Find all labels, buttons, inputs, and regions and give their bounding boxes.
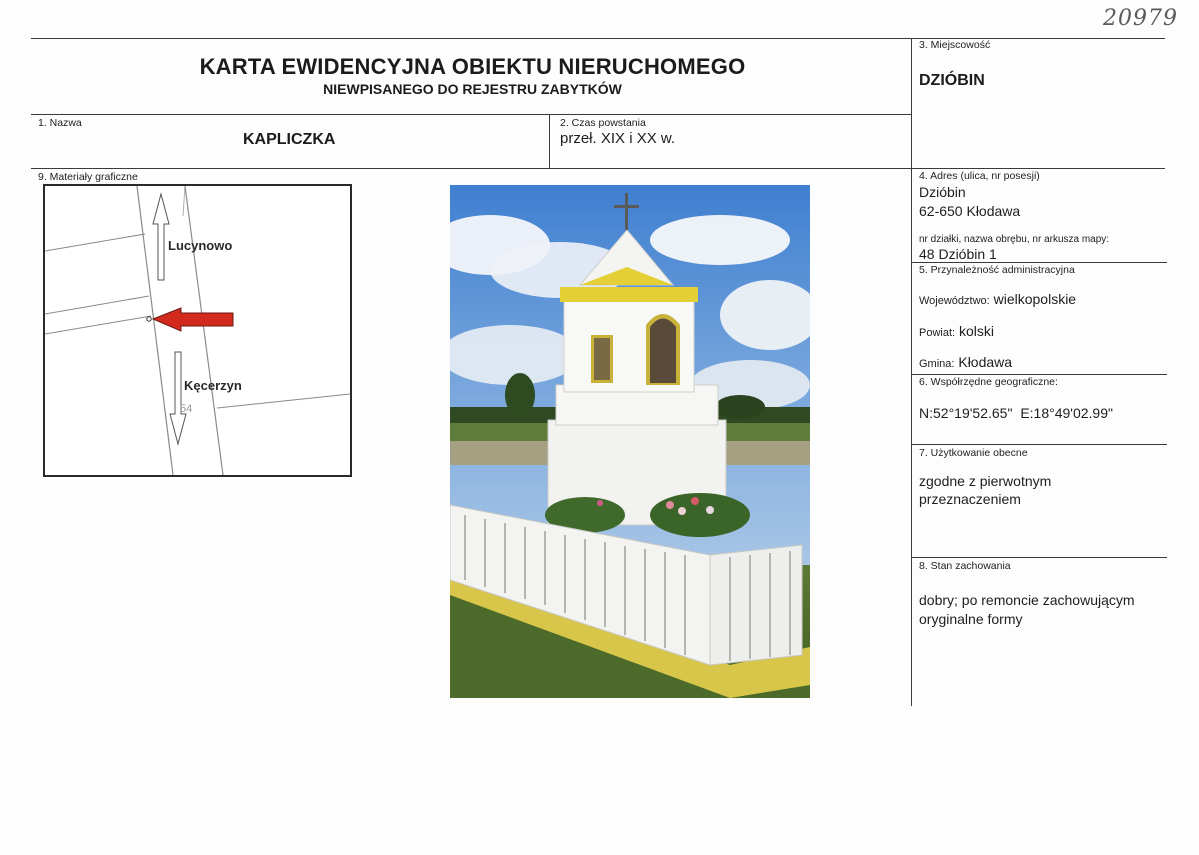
coordinate-e: E:18°49'02.99" (1020, 405, 1113, 421)
uzytkowanie-line1: zgodne z pierwotnym (919, 473, 1052, 489)
adres-line2: 62-650 Kłodawa (919, 203, 1021, 219)
right-sep-7 (911, 444, 1167, 445)
nazwa-label: 1. Nazwa (38, 117, 82, 129)
right-column-divider (911, 38, 912, 706)
coordinate-n: N:52°19'52.65" (919, 405, 1013, 421)
name-time-divider (549, 114, 550, 168)
location-map: Lucynowo Kęcerzyn 54 (43, 184, 352, 477)
powiat-value: kolski (958, 323, 994, 339)
north-arrow-icon (152, 192, 170, 281)
powiat-label: Powiat: (919, 327, 956, 339)
title-divider (31, 114, 911, 115)
row1-divider (31, 168, 1165, 169)
dzialka-label: nr działki, nazwa obrębu, nr arkusza map… (919, 234, 1110, 245)
handwritten-number: 20979 (1103, 6, 1178, 31)
uzytkowanie-line2: przeznaczeniem (919, 491, 1021, 507)
adres-line1: Dzióbin (919, 184, 966, 200)
czas-label: 2. Czas powstania (560, 117, 646, 129)
stan-line1: dobry; po remoncie zachowującym (919, 592, 1135, 608)
stan-label: 8. Stan zachowania (919, 560, 1011, 572)
location-arrow-icon (151, 307, 234, 332)
powiat-row: Powiat: kolski (919, 323, 994, 339)
wspolrzedne-label: 6. Współrzędne geograficzne: (919, 376, 1058, 388)
czas-value: przeł. XIX i XX w. (560, 130, 676, 147)
coordinates: N:52°19'52.65" E:18°49'02.99" (919, 405, 1113, 421)
wojewodztwo-value: wielkopolskie (993, 291, 1077, 307)
south-arrow-icon (169, 351, 187, 446)
miejscowosc-value: DZIÓBIN (919, 72, 985, 89)
gmina-row: Gmina: Kłodawa (919, 354, 1012, 370)
adres-label: 4. Adres (ulica, nr posesji) (919, 170, 1040, 182)
wojewodztwo-label: Województwo: (919, 295, 990, 307)
right-sep-5 (911, 262, 1167, 263)
gmina-value: Kłodawa (958, 354, 1013, 370)
miejscowosc-label: 3. Miejscowość (919, 39, 991, 51)
card-subtitle: NIEWPISANEGO DO REJESTRU ZABYTKÓW (323, 81, 622, 97)
gmina-label: Gmina: (919, 358, 955, 370)
nazwa-value: KAPLICZKA (243, 131, 336, 148)
map-label-north: Lucynowo (168, 238, 233, 253)
card-title: KARTA EWIDENCYJNA OBIEKTU NIERUCHOMEGO (199, 54, 746, 79)
uzytkowanie-label: 7. Użytkowanie obecne (919, 447, 1028, 459)
map-label-south: Kęcerzyn (184, 378, 242, 393)
materialy-label: 9. Materiały graficzne (38, 171, 138, 183)
stan-line2: oryginalne formy (919, 611, 1023, 627)
record-card: 20979 KARTA EWIDENCYJNA OBIEKTU NIERUCHO… (0, 0, 1199, 855)
map-parcel-number: 54 (180, 403, 193, 415)
przynaleznosc-label: 5. Przynależność administracyjna (919, 264, 1075, 276)
right-sep-8 (911, 557, 1167, 558)
wojewodztwo-row: Województwo: wielkopolskie (919, 291, 1076, 307)
right-sep-6 (911, 374, 1167, 375)
top-border (31, 38, 1165, 39)
dzialka-value: 48 Dzióbin 1 (919, 246, 997, 262)
shrine-photo (450, 185, 810, 698)
